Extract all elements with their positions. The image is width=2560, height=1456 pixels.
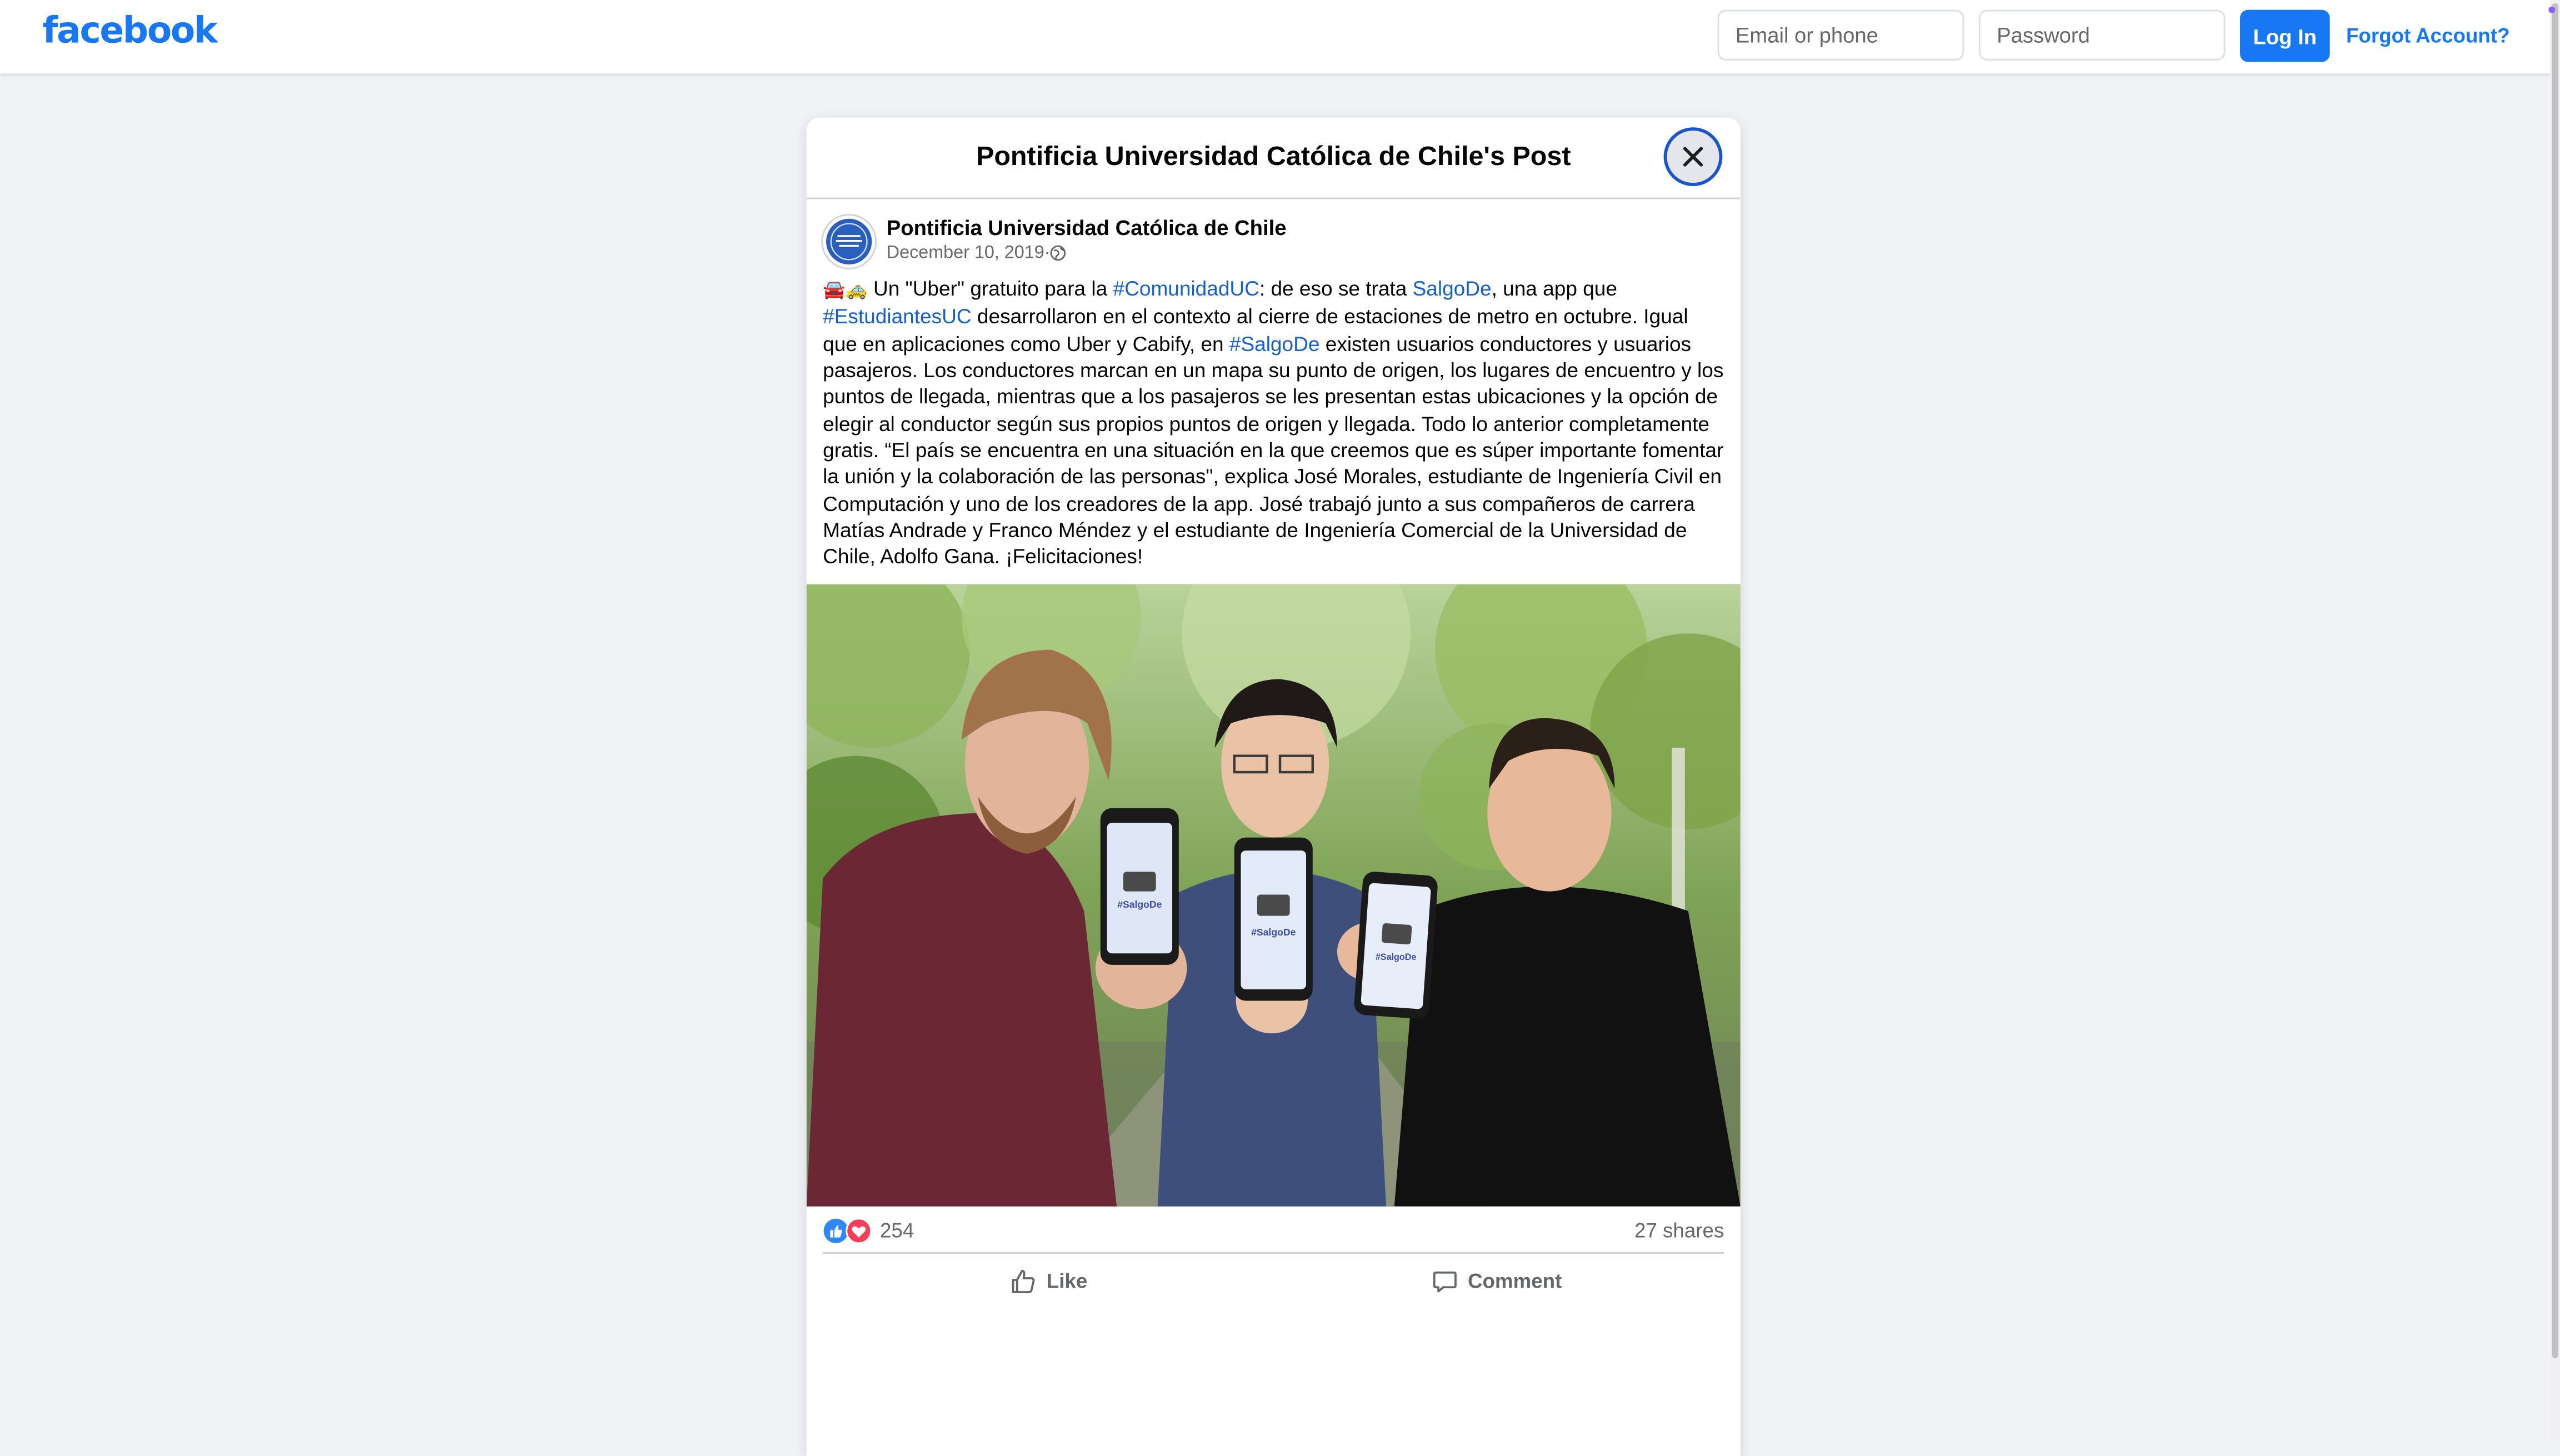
photo-illustration: #SalgoDe #SalgoDe #SalgoDe xyxy=(806,584,1741,1207)
hashtag-salgode[interactable]: #SalgoDe xyxy=(1229,333,1320,356)
thumbs-up-icon xyxy=(1012,1269,1035,1293)
close-icon xyxy=(1683,147,1703,167)
like-button[interactable]: Like xyxy=(1011,1265,1087,1298)
meta-separator: · xyxy=(1044,243,1051,263)
dialog-title: Pontificia Universidad Católica de Chile… xyxy=(976,142,1571,172)
facebook-logo[interactable]: facebook xyxy=(42,12,218,52)
close-dialog-button[interactable] xyxy=(1667,131,1719,183)
hashtag-comunidaduc[interactable]: #ComunidadUC xyxy=(1113,278,1259,301)
love-reaction-icon xyxy=(846,1218,872,1244)
page-canvas: facebook Log In Forgot Account? Pontific… xyxy=(0,0,2560,1456)
post-text-segment: Un "Uber" gratuito para la xyxy=(867,277,1113,301)
phone-label-middle: #SalgoDe xyxy=(1251,927,1296,938)
phone-label-right: #SalgoDe xyxy=(1376,952,1417,962)
post-author-name[interactable]: Pontificia Universidad Católica de Chile xyxy=(887,216,1287,240)
password-field[interactable] xyxy=(1978,9,2226,61)
top-navigation-bar: facebook Log In Forgot Account? xyxy=(0,0,2551,74)
reaction-summary[interactable]: 254 xyxy=(823,1218,914,1244)
avatar-image xyxy=(826,218,872,265)
post-text-segment: : de eso se trata xyxy=(1259,277,1413,301)
forgot-account-link[interactable]: Forgot Account? xyxy=(2346,24,2510,47)
like-reaction-icon xyxy=(823,1218,848,1243)
actions-divider xyxy=(823,1252,1724,1254)
comment-button[interactable]: Comment xyxy=(1432,1265,1562,1298)
like-label: Like xyxy=(1046,1270,1088,1293)
post-dialog: Pontificia Universidad Católica de Chile… xyxy=(806,117,1741,1456)
share-count[interactable]: 27 shares xyxy=(1634,1219,1724,1242)
page-scrollbar-thumb[interactable] xyxy=(2552,3,2559,1359)
comment-label: Comment xyxy=(1467,1270,1562,1293)
reaction-count: 254 xyxy=(880,1219,914,1243)
email-field[interactable] xyxy=(1717,9,1964,61)
phone-label-left: #SalgoDe xyxy=(1117,899,1162,910)
hashtag-estudiantesuc[interactable]: #EstudiantesUC xyxy=(823,306,971,329)
login-button[interactable]: Log In xyxy=(2240,9,2330,62)
car-emoji: 🚘🚕 xyxy=(823,279,868,301)
corner-indicator xyxy=(2548,6,2556,13)
page-avatar[interactable] xyxy=(823,215,876,268)
post-text-segment: existen usuarios conductores y usuarios … xyxy=(823,332,1724,569)
post-text-segment: , una app que xyxy=(1491,277,1617,301)
mention-salgode[interactable]: SalgoDe xyxy=(1413,278,1492,301)
post-photo[interactable]: #SalgoDe #SalgoDe #SalgoDe xyxy=(806,584,1741,1207)
post-date[interactable]: December 10, 2019 xyxy=(887,243,1044,263)
avatar-logo-icon xyxy=(830,223,868,261)
globe-icon xyxy=(1051,245,1067,261)
post-meta: December 10, 2019 · xyxy=(887,243,1067,263)
post-message: 🚘🚕 Un "Uber" gratuito para la #Comunidad… xyxy=(823,276,1727,571)
comment-icon xyxy=(1433,1271,1457,1293)
dialog-header: Pontificia Universidad Católica de Chile… xyxy=(806,118,1741,199)
